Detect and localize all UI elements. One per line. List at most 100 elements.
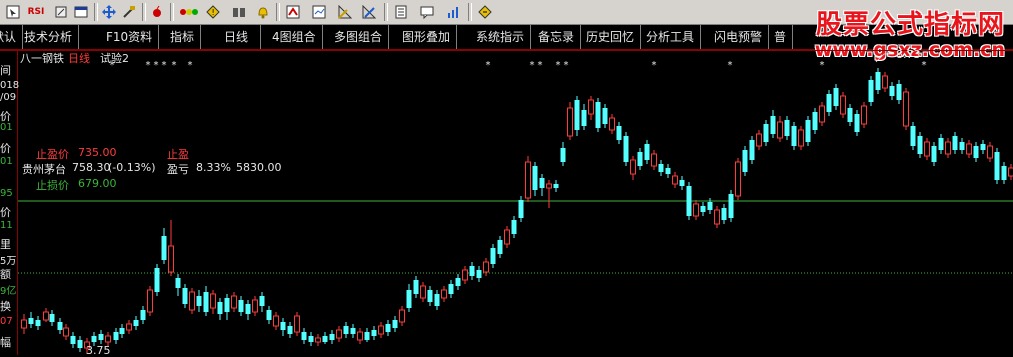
draw-line-icon[interactable] (120, 3, 138, 21)
menu-multi-chart[interactable]: 多图组合 (328, 25, 389, 49)
diamond-icon[interactable] (476, 3, 494, 21)
menu-f10[interactable]: F10资料 (100, 25, 159, 49)
candle-body (498, 240, 503, 254)
chart-mark-icon[interactable] (284, 3, 302, 21)
candle-body (820, 106, 825, 122)
menu-daily[interactable]: 日线 (212, 25, 261, 49)
candle-body (855, 114, 860, 132)
alert-icon[interactable]: ! (204, 3, 222, 21)
bell-icon[interactable] (254, 3, 272, 21)
candle-body (253, 300, 258, 312)
candle-body (120, 328, 125, 334)
candle-body (561, 148, 566, 162)
menu-overlay[interactable]: 图形叠加 (396, 25, 457, 49)
menu-flash-alert[interactable]: 闪电预警 (708, 25, 769, 49)
signal-star: * (922, 60, 927, 71)
window-icon[interactable] (72, 3, 90, 21)
move-icon[interactable] (100, 3, 118, 21)
candle-body (99, 334, 104, 340)
candle-body (715, 210, 720, 224)
signal-star: * (538, 60, 543, 71)
rsi-icon[interactable]: RSI (24, 3, 48, 21)
axis-label: 幅 (0, 334, 11, 350)
binoculars-icon[interactable] (230, 3, 248, 21)
candle-body (904, 92, 909, 126)
candle-body (547, 184, 552, 188)
candle-body (58, 322, 63, 330)
candle-body (722, 208, 727, 220)
candle-body (267, 310, 272, 320)
candle-body (841, 96, 846, 114)
candle-body (190, 292, 195, 310)
candle-body (358, 332, 363, 340)
menu-more[interactable]: 普 (768, 25, 793, 49)
axis-label: 价 (0, 140, 11, 156)
candle-body (106, 336, 111, 342)
box-chart-icon[interactable] (310, 3, 328, 21)
candle-body (659, 164, 664, 172)
candle-body (344, 326, 349, 334)
candle-body (491, 248, 496, 264)
candle-body (596, 102, 601, 128)
notebook-icon[interactable] (392, 3, 410, 21)
axis-label: 里 (0, 236, 11, 252)
candle-body (932, 146, 937, 162)
trend-icon[interactable] (444, 3, 462, 21)
kline-chart[interactable]: *************** 间 018 /09 价 01 价 01 95 价… (0, 50, 1013, 355)
candle-body (183, 288, 188, 304)
candle-body (918, 136, 923, 154)
candle-body (666, 168, 671, 174)
candle-body (288, 326, 293, 334)
candle-body (813, 112, 818, 130)
menu-indicators[interactable]: 指标 (164, 25, 201, 49)
message-icon[interactable] (418, 3, 436, 21)
menu-memo[interactable]: 备忘录 (532, 25, 581, 49)
quote-name: 贵州茅台 (22, 161, 66, 177)
candle-body (1009, 168, 1013, 176)
signal-star: * (172, 60, 177, 71)
menu-4-chart[interactable]: 4图组合 (266, 25, 323, 49)
candle-body (372, 330, 377, 336)
candle-body (365, 332, 370, 340)
candle-body (645, 144, 650, 160)
menu-system-signals[interactable]: 系统指示 (470, 25, 531, 49)
candle-body (757, 134, 762, 146)
candle-body (687, 186, 692, 216)
signal-star: * (146, 60, 151, 71)
menu-technical-analysis[interactable]: 技术分析 (18, 25, 79, 49)
candle-body (554, 184, 559, 188)
line-tool-icon[interactable] (360, 3, 378, 21)
candle-body (316, 338, 321, 342)
bomb-icon[interactable] (148, 3, 166, 21)
candle-body (134, 320, 139, 326)
candle-body (988, 146, 993, 158)
cursor-icon[interactable] (4, 3, 22, 21)
pnl-pct: 8.33% (196, 161, 231, 174)
candle-body (799, 130, 804, 146)
signal-star: * (728, 60, 733, 71)
candle-body (197, 296, 202, 306)
ruler-icon[interactable] (336, 3, 354, 21)
kline-canvas[interactable]: *************** (0, 50, 1013, 355)
candle-body (750, 140, 755, 160)
period-label: 日线 (68, 50, 90, 66)
candle-body (771, 116, 776, 134)
candle-body (911, 126, 916, 146)
take-profit-tag: 止盈 (167, 146, 189, 162)
menu-analysis-tools[interactable]: 分析工具 (640, 25, 701, 49)
candle-body (582, 110, 587, 126)
candle-body (295, 316, 300, 332)
take-profit-value: 735.00 (78, 146, 117, 159)
tool-icon[interactable] (52, 3, 70, 21)
candle-body (204, 292, 209, 312)
candle-body (148, 290, 153, 312)
menu-history[interactable]: 历史回忆 (580, 25, 641, 49)
candle-body (477, 270, 482, 278)
candle-body (883, 76, 888, 88)
axis-label: /09 (0, 92, 16, 103)
candle-body (862, 106, 867, 124)
candle-body (239, 300, 244, 312)
candle-body (302, 332, 307, 340)
candle-body (22, 320, 27, 328)
signal-icon[interactable] (178, 3, 200, 21)
